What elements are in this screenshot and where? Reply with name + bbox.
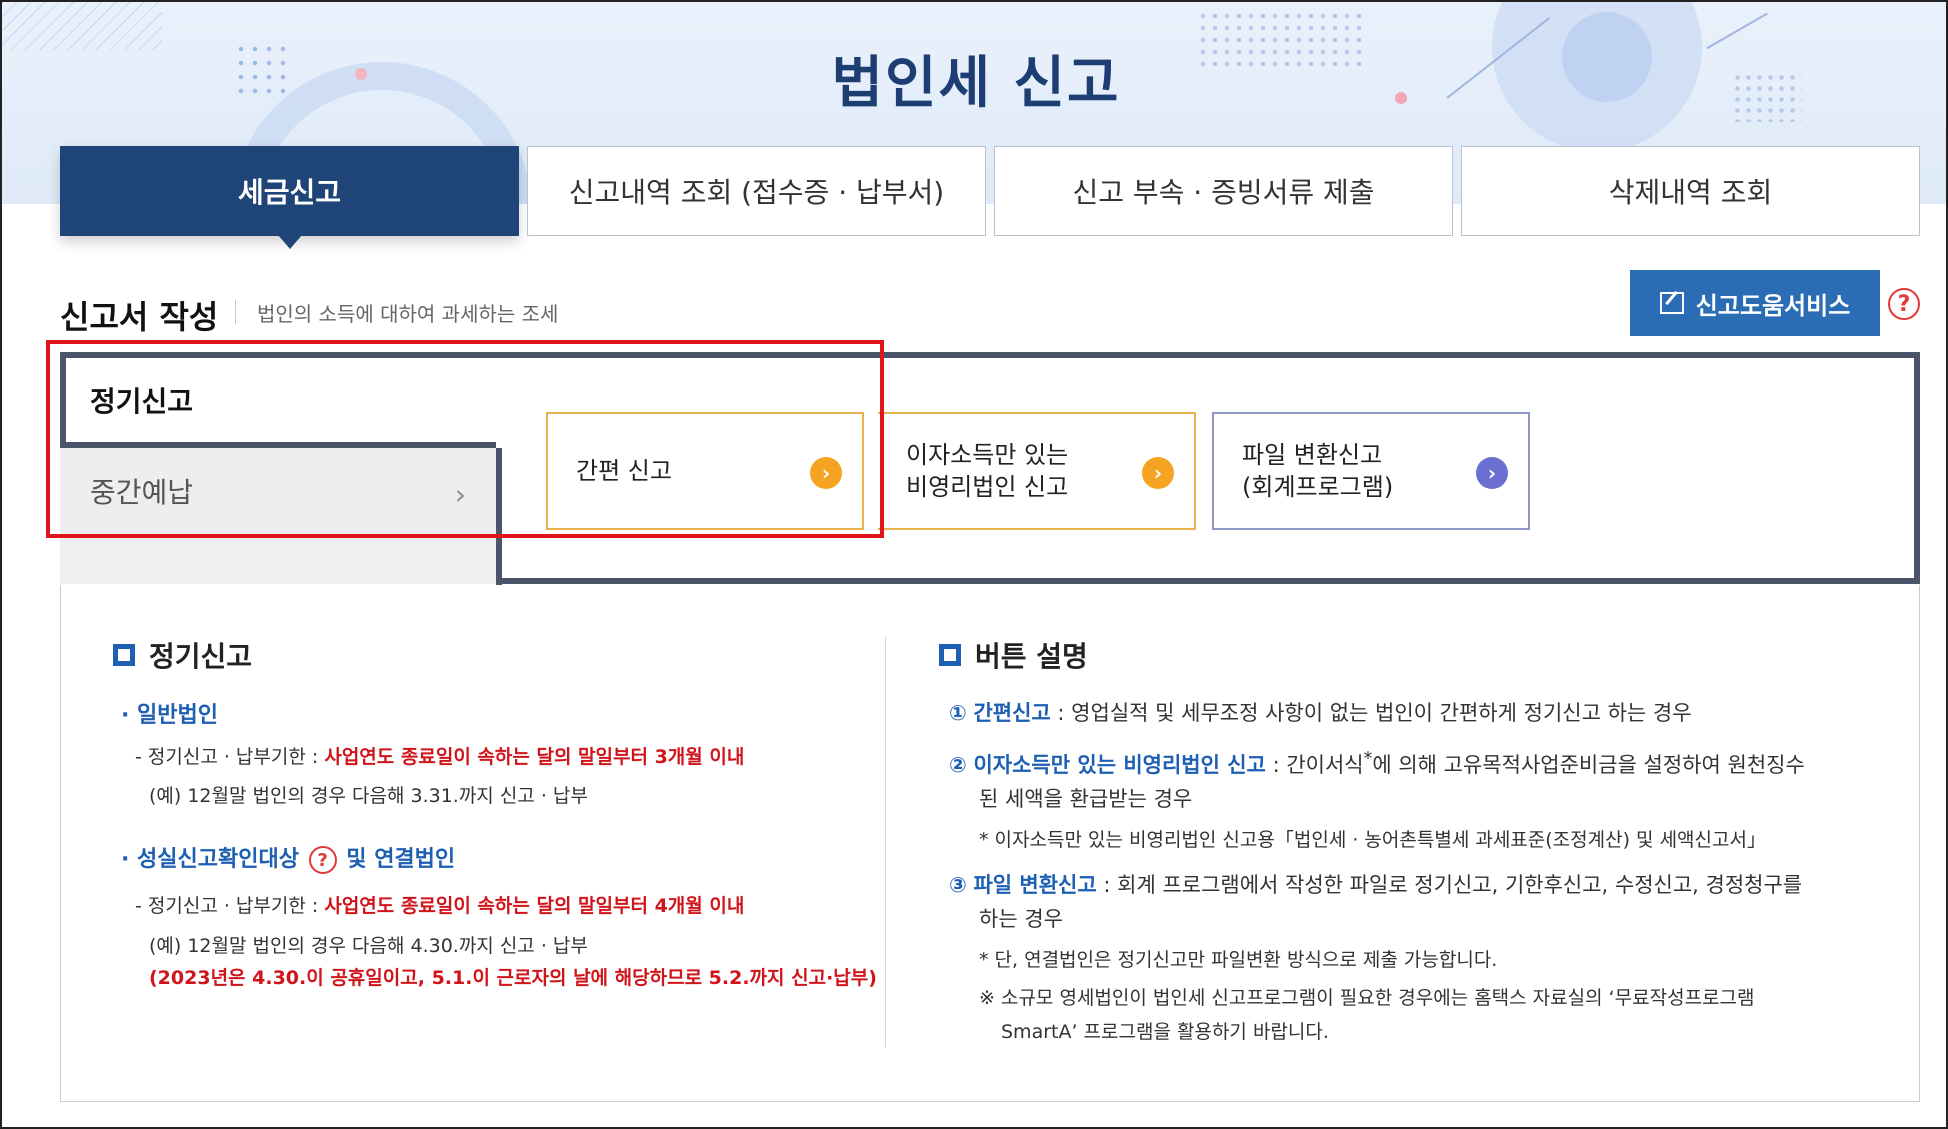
page-frame: 법인세 신고 세금신고 신고내역 조회 (접수증 · 납부서) 신고 부속 · … — [0, 0, 1948, 1129]
button-guide-heading: 버튼 설명 — [939, 635, 1088, 675]
sincere-example: (예) 12월말 법인의 경우 다음해 4.30.까지 신고 · 납부 — [149, 935, 588, 957]
page-title: 법인세 신고 — [831, 51, 1121, 116]
chevron-right-icon: › — [1476, 457, 1508, 489]
deadline-label: - 정기신고 · 납부기한 : — [135, 746, 325, 768]
general-corp-heading: · 일반법인 — [121, 703, 218, 728]
guide-label: 이자소득만 있는 비영리법인 신고 — [973, 753, 1266, 777]
guide-text: : 영업실적 및 세무조정 사항이 없는 법인이 간편하게 정기신고 하는 경우 — [1050, 701, 1692, 725]
tab-attachment-submission[interactable]: 신고 부속 · 증빙서류 제출 — [994, 146, 1453, 236]
info-panel: 정기신고 · 일반법인 - 정기신고 · 납부기한 : 사업연도 종료일이 속하… — [60, 585, 1920, 1102]
nonprofit-interest-filing-card[interactable]: 이자소득만 있는 비영리법인 신고 › — [878, 412, 1196, 530]
help-service-label: 신고도움서비스 — [1695, 291, 1851, 320]
guide-item-nonprofit-cont: 된 세액을 환급받는 경우 — [979, 787, 1193, 811]
guide-text: : 회계 프로그램에서 작성한 파일로 정기신고, 기한후신고, 수정신고, 경… — [1096, 873, 1803, 897]
sidebar-item-label: 중간예납 — [90, 476, 194, 509]
sincere-deadline: - 정기신고 · 납부기한 : 사업연도 종료일이 속하는 달의 말일부터 4개… — [135, 891, 744, 918]
guide-item-file-conversion-note: * 단, 연결법인은 정기신고만 파일변환 방식으로 제출 가능합니다. — [979, 949, 1498, 971]
square-bullet-icon — [939, 644, 961, 666]
guide-item-simple: ① 간편신고 : 영업실적 및 세무조정 사항이 없는 법인이 간편하게 정기신… — [949, 697, 1692, 727]
main-tabs: 세금신고 신고내역 조회 (접수증 · 납부서) 신고 부속 · 증빙서류 제출… — [60, 146, 1920, 249]
guide-text: 에 의해 고유목적사업준비금을 설정하여 원천징수 — [1372, 753, 1805, 777]
guide-label: 파일 변환신고 — [973, 873, 1097, 897]
question-icon[interactable]: ? — [1888, 288, 1920, 320]
card-label-line: (회계프로그램) — [1242, 473, 1394, 501]
card-label-line: 이자소득만 있는 — [906, 441, 1069, 469]
general-example: (예) 12월말 법인의 경우 다음해 3.31.까지 신고 · 납부 — [149, 785, 588, 807]
guide-item-file-conversion-cont: 하는 경우 — [979, 907, 1063, 931]
sidebar-item-regular-filing[interactable]: 정기신고 — [60, 352, 496, 442]
deadline-value: 사업연도 종료일이 속하는 달의 말일부터 3개월 이내 — [324, 746, 745, 768]
number-badge: ② — [949, 753, 967, 777]
heading-text: 성실신고확인대상 — [137, 847, 299, 872]
edit-icon — [1659, 292, 1684, 314]
number-badge: ③ — [949, 873, 967, 897]
heading-text: 및 연결법인 — [346, 847, 456, 872]
card-label: 간편 신고 — [576, 455, 672, 487]
help-service-button[interactable]: 신고도움서비스 — [1630, 270, 1880, 336]
section-description: 법인의 소득에 대하여 과세하는 조세 — [257, 302, 559, 326]
guide-item-free-program-note: ※ 소규모 영세법인이 법인세 신고프로그램이 필요한 경우에는 홈택스 자료실… — [979, 987, 1755, 1009]
card-label-line: 파일 변환신고 — [1242, 441, 1383, 469]
filing-panel: 정기신고 중간예납 › 간편 신고 › 이자소득만 있는 비영리법인 신고 › — [60, 352, 1920, 590]
guide-item-free-program-note-cont: SmartA’ 프로그램을 활용하기 바랍니다. — [1001, 1021, 1329, 1043]
sidebar-item-interim-prepayment[interactable]: 중간예납 › — [60, 442, 496, 534]
guide-item-file-conversion: ③ 파일 변환신고 : 회계 프로그램에서 작성한 파일로 정기신고, 기한후신… — [949, 869, 1802, 899]
heading-text: 일반법인 — [137, 703, 218, 728]
chevron-right-icon: › — [810, 457, 842, 489]
card-label: 파일 변환신고 (회계프로그램) — [1242, 439, 1393, 503]
square-bullet-icon — [113, 644, 135, 666]
file-conversion-filing-card[interactable]: 파일 변환신고 (회계프로그램) › — [1212, 412, 1530, 530]
guide-item-nonprofit-note: * 이자소득만 있는 비영리법인 신고용「법인세 · 농어촌특별세 과세표준(조… — [979, 829, 1766, 851]
card-label: 이자소득만 있는 비영리법인 신고 — [906, 439, 1068, 503]
section-title: 신고서 작성 — [60, 298, 219, 336]
regular-filing-heading: 정기신고 — [113, 635, 252, 675]
simple-filing-card[interactable]: 간편 신고 › — [546, 412, 864, 530]
heading-text: 버튼 설명 — [975, 640, 1088, 673]
box-edge — [496, 448, 502, 590]
chevron-right-icon: › — [1142, 457, 1174, 489]
chevron-right-icon: › — [454, 478, 466, 511]
tab-filing-history[interactable]: 신고내역 조회 (접수증 · 납부서) — [527, 146, 986, 236]
general-deadline: - 정기신고 · 납부기한 : 사업연도 종료일이 속하는 달의 말일부터 3개… — [135, 742, 744, 769]
card-label-line: 비영리법인 신고 — [906, 473, 1069, 501]
sincere-note: (2023년은 4.30.이 공휴일이고, 5.1.이 근로자의 날에 해당하므… — [149, 967, 877, 989]
deadline-value: 사업연도 종료일이 속하는 달의 말일부터 4개월 이내 — [324, 895, 745, 917]
deadline-label: - 정기신고 · 납부기한 : — [135, 895, 325, 917]
guide-item-nonprofit: ② 이자소득만 있는 비영리법인 신고 : 간이서식*에 의해 고유목적사업준비… — [949, 749, 1805, 779]
tab-deleted-history[interactable]: 삭제내역 조회 — [1461, 146, 1920, 236]
column-divider — [885, 637, 886, 1047]
question-icon[interactable]: ? — [308, 846, 337, 874]
title-divider — [235, 300, 236, 324]
heading-text: 정기신고 — [149, 640, 253, 673]
guide-text: : 간이서식 — [1265, 753, 1364, 777]
number-badge: ① — [949, 701, 967, 725]
filing-options-box: 간편 신고 › 이자소득만 있는 비영리법인 신고 › 파일 변환신고 (회계프… — [496, 352, 1920, 590]
card-label-line: 간편 신고 — [576, 457, 672, 485]
guide-label: 간편신고 — [973, 701, 1051, 725]
tab-tax-filing[interactable]: 세금신고 — [60, 146, 519, 249]
sincere-filing-heading: · 성실신고확인대상 ? 및 연결법인 — [121, 846, 456, 874]
